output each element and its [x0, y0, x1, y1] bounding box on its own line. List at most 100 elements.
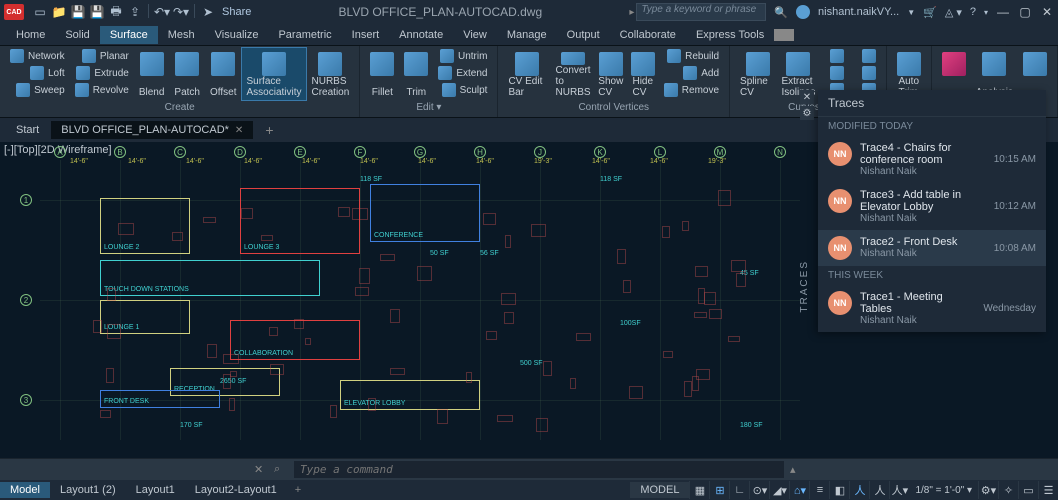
sweep-button[interactable]: Sweep: [6, 82, 69, 98]
spline-cv-button[interactable]: Spline CV: [736, 48, 779, 100]
patch-button[interactable]: Patch: [170, 48, 204, 100]
layout-tab-3[interactable]: Layout2-Layout1: [185, 482, 287, 498]
modelspace-toggle[interactable]: MODEL: [630, 482, 689, 498]
sculpt-button[interactable]: Sculpt: [434, 82, 491, 98]
user-avatar-icon[interactable]: [796, 5, 810, 19]
extrude-button[interactable]: Extrude: [71, 65, 133, 81]
trace-item[interactable]: NN Trace3 - Add table in Elevator Lobby …: [818, 183, 1046, 230]
start-tab[interactable]: Start: [6, 121, 49, 139]
snap-icon[interactable]: ⊞: [709, 481, 729, 499]
cmd-history-icon[interactable]: ▴: [790, 463, 804, 477]
qat-plot-icon[interactable]: 🖶: [108, 4, 124, 20]
hide-cv-button[interactable]: HideCV: [628, 48, 658, 100]
featured-apps-icon[interactable]: [774, 29, 794, 41]
help-icon[interactable]: ?: [970, 6, 976, 18]
traces-settings-icon[interactable]: ⚙: [800, 106, 814, 120]
add-layout-button[interactable]: +: [287, 484, 309, 496]
tab-express-tools[interactable]: Express Tools: [686, 26, 774, 44]
offset-button[interactable]: Offset: [206, 48, 241, 100]
close-button[interactable]: ✕: [1036, 2, 1058, 22]
trace-item[interactable]: NN Trace2 - Front Desk Nishant Naik 10:0…: [818, 230, 1046, 266]
extend-button[interactable]: Extend: [434, 65, 491, 81]
blend-button[interactable]: Blend: [135, 48, 169, 100]
curve-tool-1[interactable]: [818, 48, 848, 64]
close-drawing-icon[interactable]: ✕: [235, 125, 243, 136]
tab-parametric[interactable]: Parametric: [268, 26, 341, 44]
maximize-button[interactable]: ▢: [1014, 2, 1036, 22]
tab-solid[interactable]: Solid: [55, 26, 99, 44]
qat-new-icon[interactable]: ▭: [32, 4, 48, 20]
qat-saveas-icon[interactable]: 💾: [89, 4, 105, 20]
tab-manage[interactable]: Manage: [497, 26, 557, 44]
annotation-icon[interactable]: 人: [849, 481, 869, 499]
qat-redo-icon[interactable]: ↷▾: [173, 4, 189, 20]
curve-tool-2[interactable]: [818, 65, 848, 81]
scale-selector[interactable]: 1/8" = 1'-0" ▾: [909, 485, 978, 496]
transparency-icon[interactable]: ◧: [829, 481, 849, 499]
tab-mesh[interactable]: Mesh: [158, 26, 205, 44]
layout-tab-model[interactable]: Model: [0, 482, 50, 498]
trace-item[interactable]: NN Trace4 - Chairs for conference room N…: [818, 136, 1046, 183]
search-icon[interactable]: 🔍: [774, 6, 788, 19]
group-title-edit[interactable]: Edit ▾: [366, 102, 491, 115]
curve-tool-5[interactable]: [850, 65, 880, 81]
grid-icon[interactable]: ▦: [689, 481, 709, 499]
qat-open-icon[interactable]: 📁: [51, 4, 67, 20]
tab-surface[interactable]: Surface: [100, 26, 158, 44]
revolve-button[interactable]: Revolve: [71, 82, 133, 98]
cmd-close-icon[interactable]: ✕: [254, 463, 268, 477]
app-switcher-icon[interactable]: ◬ ▾: [945, 6, 962, 19]
untrim-button[interactable]: Untrim: [434, 48, 491, 64]
qat-save-icon[interactable]: 💾: [70, 4, 86, 20]
isodraft-icon[interactable]: ◢▾: [769, 481, 789, 499]
traces-tab-label[interactable]: TRACES: [799, 260, 810, 313]
qat-share-icon[interactable]: ➤: [200, 4, 216, 20]
layout-tab-2[interactable]: Layout1: [126, 482, 185, 498]
tab-annotate[interactable]: Annotate: [389, 26, 453, 44]
annotation-visibility-icon[interactable]: 人▾: [889, 481, 909, 499]
search-input[interactable]: Type a keyword or phrase: [636, 3, 766, 21]
qat-publish-icon[interactable]: ⇪: [127, 4, 143, 20]
nurbs-creation-button[interactable]: NURBSCreation: [308, 48, 354, 100]
zoom-extents-icon[interactable]: ✧: [998, 481, 1018, 499]
annotation-scale-icon[interactable]: 人: [869, 481, 889, 499]
loft-button[interactable]: Loft: [6, 65, 69, 81]
tab-insert[interactable]: Insert: [342, 26, 390, 44]
network-button[interactable]: Network: [6, 48, 69, 64]
qat-undo-icon[interactable]: ↶▾: [154, 4, 170, 20]
tab-output[interactable]: Output: [557, 26, 610, 44]
rebuild-button[interactable]: Rebuild: [660, 48, 723, 64]
trim-button[interactable]: Trim: [400, 48, 432, 100]
trace-item[interactable]: NN Trace1 - Meeting Tables Nishant Naik …: [818, 285, 1046, 332]
ortho-icon[interactable]: ∟: [729, 481, 749, 499]
convert-to-nurbs-button[interactable]: Convert toNURBS: [552, 48, 593, 100]
new-drawing-tab[interactable]: +: [255, 122, 283, 138]
polar-icon[interactable]: ⊙▾: [749, 481, 769, 499]
tab-view[interactable]: View: [453, 26, 497, 44]
osnap-icon[interactable]: ⌂▾: [789, 481, 809, 499]
curve-tool-4[interactable]: [850, 48, 880, 64]
planar-button[interactable]: Planar: [71, 48, 133, 64]
workspace-icon[interactable]: ⚙▾: [978, 481, 998, 499]
share-link[interactable]: Share: [222, 6, 251, 18]
cv-edit-bar-button[interactable]: CV Edit Bar: [504, 48, 550, 100]
minimize-button[interactable]: —: [992, 2, 1014, 22]
remove-cv-button[interactable]: Remove: [660, 82, 723, 98]
tab-home[interactable]: Home: [6, 26, 55, 44]
command-input[interactable]: [294, 461, 784, 478]
cmd-customize-icon[interactable]: ⌕: [274, 463, 288, 477]
drawing-tab[interactable]: BLVD OFFICE_PLAN-AUTOCAD* ✕: [51, 121, 253, 139]
traces-close-icon[interactable]: ✕: [800, 90, 814, 104]
layout-tab-1[interactable]: Layout1 (2): [50, 482, 126, 498]
show-cv-button[interactable]: ShowCV: [596, 48, 626, 100]
add-cv-button[interactable]: Add: [660, 65, 723, 81]
tab-visualize[interactable]: Visualize: [205, 26, 269, 44]
tab-collaborate[interactable]: Collaborate: [610, 26, 686, 44]
cart-icon[interactable]: 🛒: [923, 6, 937, 19]
lineweight-icon[interactable]: ≡: [809, 481, 829, 499]
customization-icon[interactable]: ☰: [1038, 481, 1058, 499]
surface-associativity-button[interactable]: SurfaceAssociativity: [242, 48, 305, 100]
username-label[interactable]: nishant.naikVY...: [818, 6, 899, 18]
isolate-icon[interactable]: ▭: [1018, 481, 1038, 499]
fillet-button[interactable]: Fillet: [366, 48, 398, 100]
